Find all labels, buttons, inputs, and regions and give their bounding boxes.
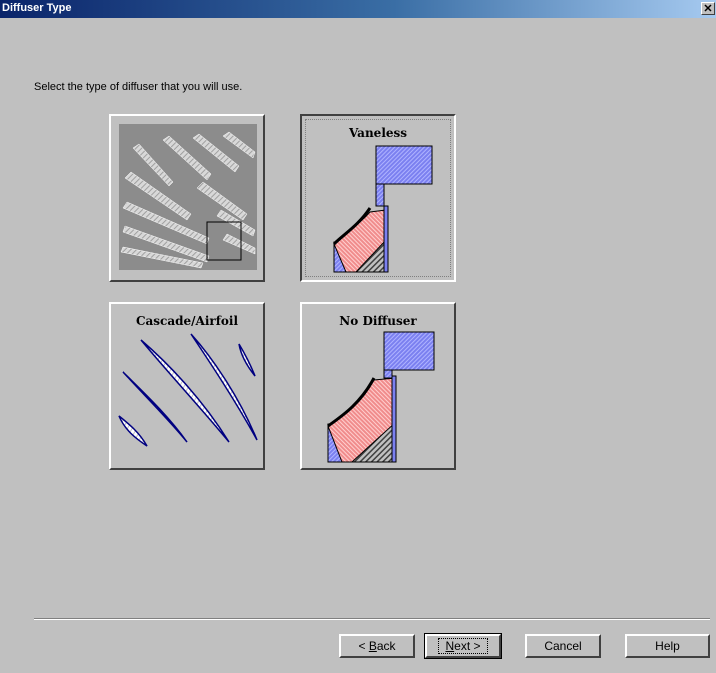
cancel-button-label: Cancel (544, 639, 582, 653)
back-button-mnemonic: B (368, 639, 377, 653)
cascade-airfoil-option[interactable]: Cascade/Airfoil (109, 302, 265, 470)
vaned-diffuser-option[interactable] (109, 114, 265, 282)
next-button-label: ext > (454, 639, 481, 653)
instruction-text: Select the type of diffuser that you wil… (34, 81, 243, 93)
separator-highlight (34, 619, 710, 620)
back-button[interactable]: < Back (339, 634, 415, 658)
next-button[interactable]: Next > (424, 633, 502, 659)
back-button-prefix: < (358, 639, 369, 653)
no-diffuser-label: No Diffuser (339, 314, 417, 328)
cascade-airfoil-icon (118, 333, 258, 447)
close-button[interactable]: ✕ (701, 2, 715, 15)
no-diffuser-icon (327, 331, 435, 463)
title-bar: Diffuser Type ✕ (0, 0, 716, 18)
close-icon: ✕ (703, 3, 713, 15)
vaneless-diffuser-icon (332, 145, 433, 273)
help-button[interactable]: Help (625, 634, 710, 658)
next-button-focus: Next > (438, 638, 488, 654)
vaned-diffuser-icon (119, 124, 257, 270)
cancel-button[interactable]: Cancel (525, 634, 601, 658)
window-title: Diffuser Type (2, 2, 72, 14)
no-diffuser-option[interactable]: No Diffuser (300, 302, 456, 470)
next-button-mnemonic: N (445, 639, 455, 653)
back-button-suffix: ack (376, 639, 396, 653)
vaneless-label: Vaneless (348, 126, 408, 140)
cascade-airfoil-label: Cascade/Airfoil (135, 314, 239, 328)
vaneless-diffuser-option[interactable]: Vaneless (300, 114, 456, 282)
help-button-label: Help (655, 639, 680, 653)
